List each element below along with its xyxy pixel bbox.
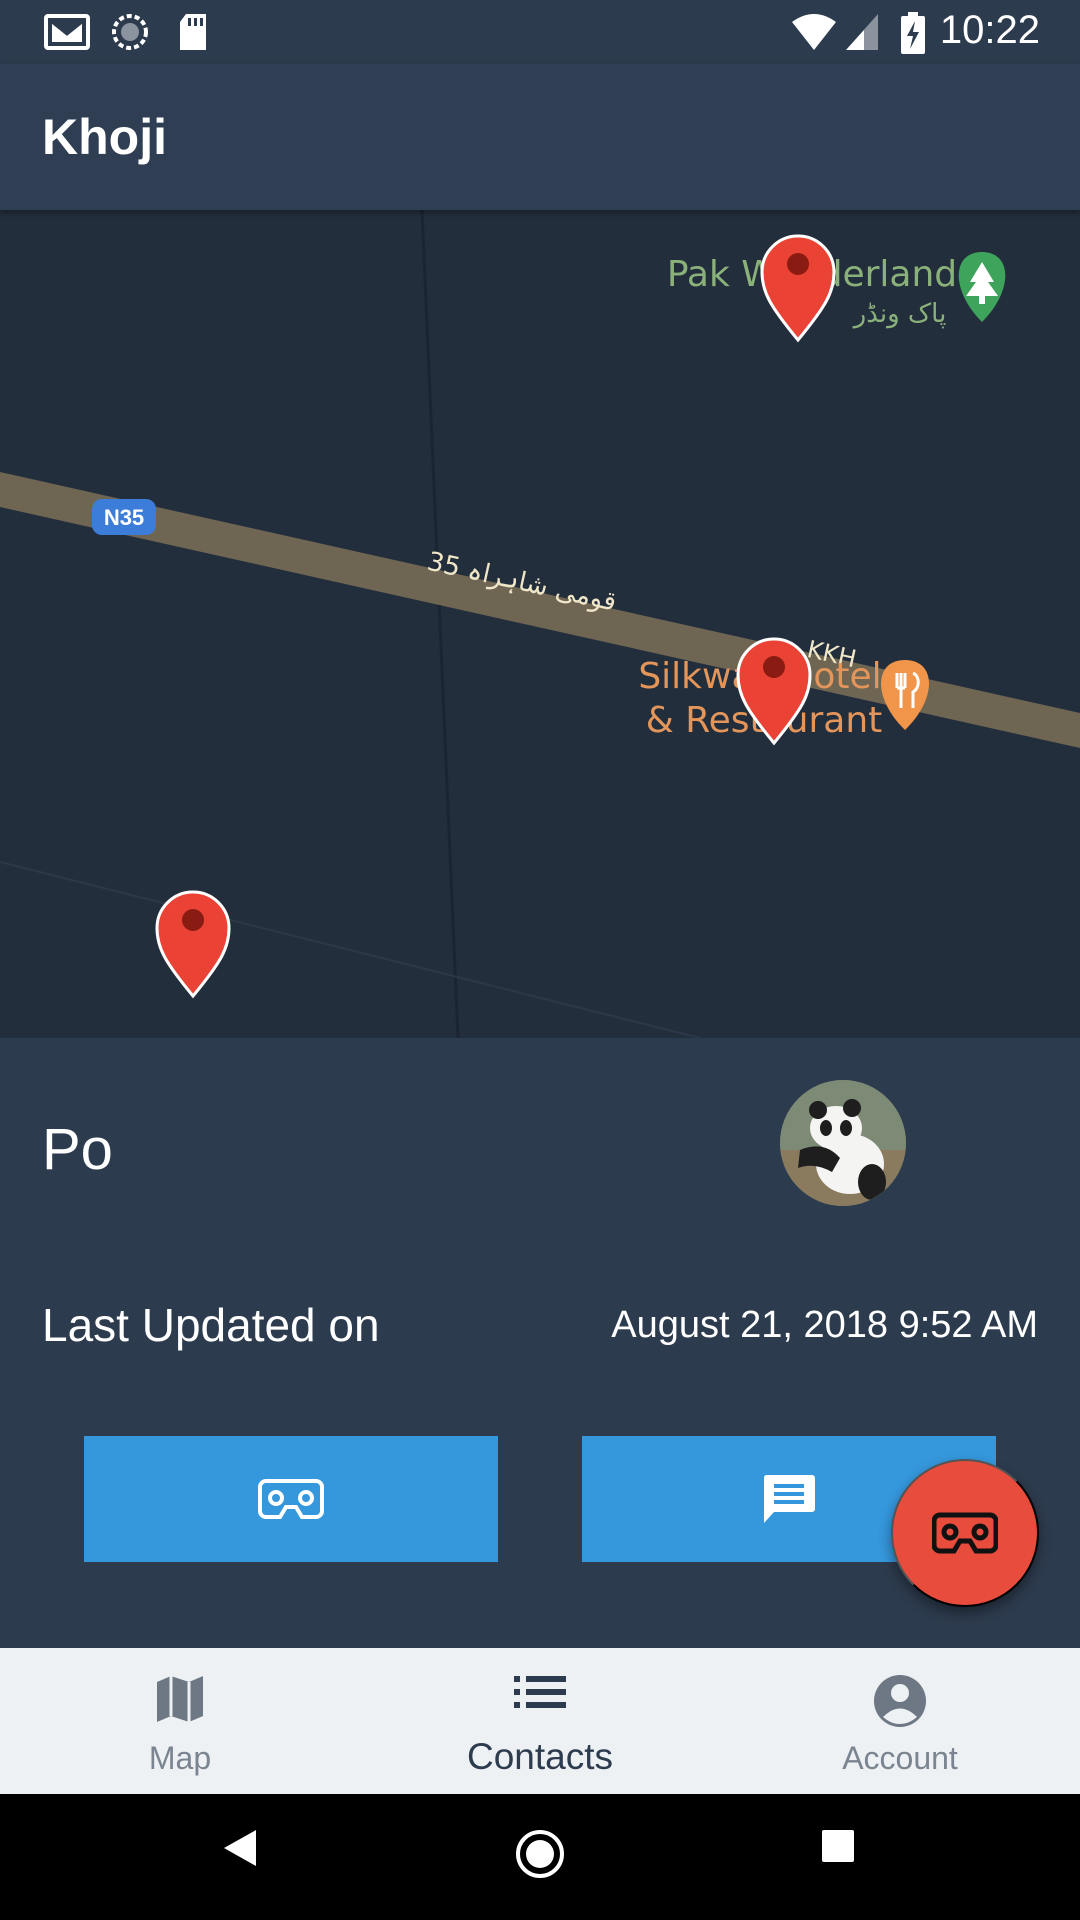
contact-name: Po [42, 1117, 113, 1182]
sd-card-icon [180, 14, 206, 50]
recents-icon[interactable] [820, 1828, 856, 1864]
sync-icon [112, 14, 148, 50]
nav-item-map[interactable]: Map [0, 1648, 360, 1794]
map-marker-1 [760, 234, 836, 343]
nav-label-map: Map [148, 1740, 212, 1776]
status-bar: 10:22 [0, 0, 1080, 64]
restaurant-icon [880, 660, 930, 730]
vr-fab-button[interactable] [891, 1459, 1039, 1607]
last-updated-label: Last Updated on [42, 1299, 380, 1351]
road-shield-label: N35 [104, 505, 144, 530]
vr-view-button[interactable] [84, 1436, 498, 1562]
last-updated-value: August 21, 2018 9:52 AM [611, 1304, 1038, 1346]
system-navigation-bar [0, 1794, 1080, 1920]
gmail-icon [44, 14, 90, 50]
nav-item-contacts[interactable]: Contacts [360, 1648, 720, 1794]
app-bar: Khoji [0, 64, 1080, 210]
place-name-urdu: پاک ونڈر [852, 299, 947, 329]
home-icon[interactable] [514, 1828, 566, 1880]
map-view[interactable]: N35 قومی شاہراہ 35 KKH Pak Wonderland پا… [0, 210, 1080, 1038]
message-icon [763, 1475, 815, 1523]
panda-avatar-image [780, 1080, 906, 1206]
nav-item-account[interactable]: Account [720, 1648, 1080, 1794]
account-icon [874, 1675, 926, 1727]
nav-label-account: Account [842, 1740, 958, 1776]
battery-charging-icon [901, 12, 925, 54]
vr-headset-icon [258, 1479, 324, 1519]
bottom-navigation: Map Contacts Account [0, 1648, 1080, 1794]
clock: 10:22 [939, 8, 1040, 52]
map-marker-3 [155, 890, 231, 999]
avatar[interactable] [780, 1080, 906, 1206]
back-icon[interactable] [222, 1828, 258, 1868]
map-icon [157, 1676, 203, 1722]
map-canvas: N35 قومی شاہراہ 35 KKH Pak Wonderland پا… [0, 210, 1080, 1038]
vr-headset-icon [932, 1512, 998, 1554]
wifi-icon [792, 14, 836, 50]
app-title: Khoji [42, 109, 167, 165]
nav-label-contacts: Contacts [466, 1736, 613, 1777]
list-icon [514, 1676, 566, 1708]
signal-icon [846, 14, 878, 50]
park-icon [958, 252, 1006, 322]
